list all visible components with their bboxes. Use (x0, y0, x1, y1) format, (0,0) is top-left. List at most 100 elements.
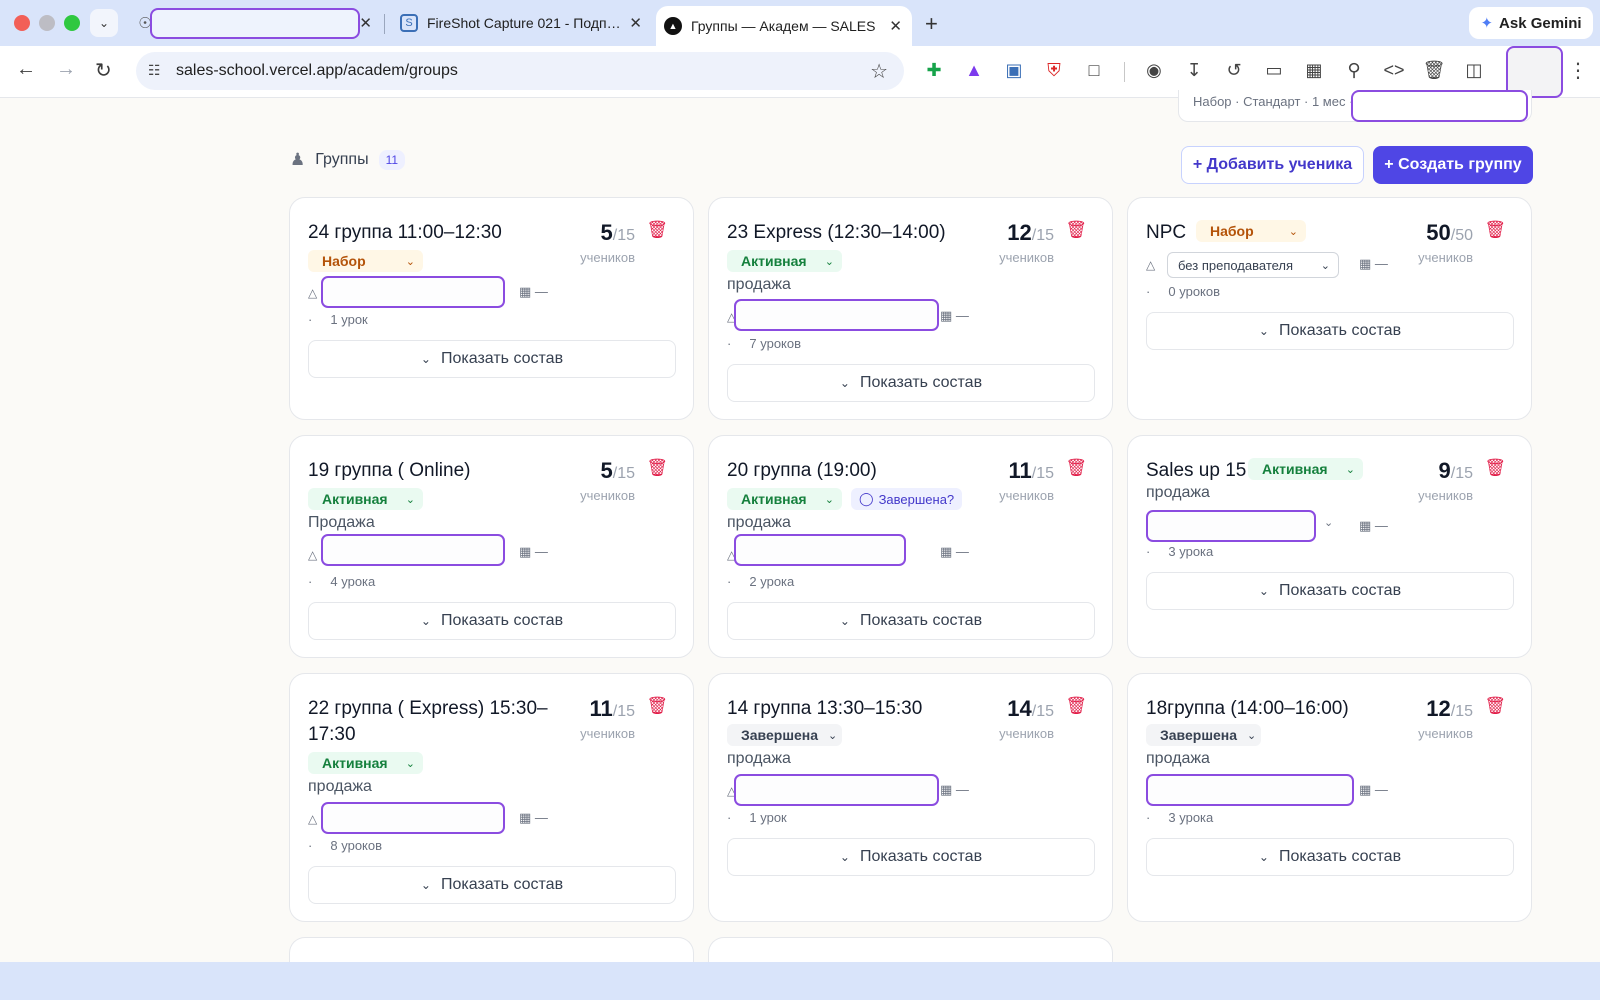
teacher-select-redacted[interactable] (321, 276, 505, 308)
devices-icon[interactable]: ▭ (1262, 60, 1286, 81)
location-pin-icon[interactable]: ⚲ (1342, 60, 1366, 81)
calendar-icon[interactable]: ▦ — (519, 284, 548, 300)
delete-group-trash-icon[interactable]: 🗑 (1484, 220, 1506, 240)
close-window-button[interactable] (14, 15, 30, 31)
reload-icon[interactable]: ↻ (95, 58, 112, 83)
calendar-icon[interactable]: ▦ — (519, 544, 548, 560)
teacher-select-redacted[interactable] (321, 534, 505, 566)
group-card: 19 группа ( Online) 5/15 учеников 🗑 Акти… (289, 435, 694, 658)
show-members-button[interactable]: ⌄ Показать состав (1146, 312, 1514, 350)
browser-menu-icon[interactable]: ⋮ (1568, 58, 1588, 83)
lessons-count: · 4 урока (308, 574, 376, 589)
teacher-select-redacted[interactable] (1146, 510, 1316, 542)
product-type: продажа (308, 778, 372, 795)
tab-search-chevron-down-icon[interactable]: ⌄ (90, 9, 118, 37)
student-count: 11/15 (589, 696, 635, 721)
chevron-down-icon: ⌄ (1288, 225, 1298, 238)
show-members-button[interactable]: ⌄ Показать состав (727, 838, 1095, 876)
delete-group-trash-icon[interactable]: 🗑 (646, 220, 668, 240)
new-tab-plus-icon[interactable]: + (925, 11, 938, 37)
users-icon: ♟ (290, 150, 306, 169)
status-select[interactable]: Набор ⌄ (1196, 220, 1306, 242)
group-card: 23 Express (12:30–14:00) 12/15 учеников … (708, 197, 1113, 420)
calendar-icon[interactable]: ▦ — (1359, 782, 1388, 798)
close-tab-icon[interactable]: ✕ (879, 17, 912, 35)
extension-plus-icon[interactable]: ✚ (922, 60, 946, 81)
teacher-select[interactable]: без преподавателя ⌄ (1167, 252, 1339, 278)
status-select[interactable]: Активная ⌄ (727, 250, 842, 272)
students-label: учеников (580, 726, 635, 741)
show-members-button[interactable]: ⌄ Показать состав (308, 866, 676, 904)
teacher-select-redacted[interactable] (734, 299, 939, 331)
status-select[interactable]: Активная ⌄ (308, 488, 423, 510)
calendar-icon[interactable]: ▦ — (940, 544, 969, 560)
add-student-button[interactable]: + Добавить ученика (1181, 146, 1364, 184)
show-members-button[interactable]: ⌄ Показать состав (1146, 838, 1514, 876)
show-members-button[interactable]: ⌄ Показать состав (308, 340, 676, 378)
product-type: продажа (1146, 484, 1210, 501)
delete-group-trash-icon[interactable]: 🗑 (646, 696, 668, 716)
show-members-button[interactable]: ⌄ Показать состав (308, 602, 676, 640)
delete-group-trash-icon[interactable]: 🗑 (1484, 458, 1506, 478)
chevron-down-icon: ⌄ (405, 493, 415, 506)
tab-fireshot[interactable]: S FireShot Capture 021 - Подп… ✕ (392, 6, 652, 40)
show-members-button[interactable]: ⌄ Показать состав (727, 602, 1095, 640)
screenshot-icon[interactable]: ◉ (1142, 60, 1166, 81)
teacher-select-redacted[interactable] (734, 534, 906, 566)
download-icon[interactable]: ↧ (1182, 60, 1206, 81)
extension-fireshot-icon[interactable]: ▣ (1002, 60, 1026, 81)
site-settings-icon[interactable]: ☷ (148, 62, 161, 79)
chevron-down-icon: ⌄ (1320, 259, 1330, 272)
extension-shield-icon[interactable]: ⛨ (1042, 60, 1066, 81)
forward-arrow-icon[interactable]: → (56, 58, 76, 81)
vercel-triangle-icon: ▲ (664, 17, 682, 35)
show-members-button[interactable]: ⌄ Показать состав (1146, 572, 1514, 610)
url-text: sales-school.vercel.app/academ/groups (176, 62, 458, 79)
status-select[interactable]: Активная ⌄ (1248, 458, 1363, 480)
translate-icon[interactable]: ▦ (1302, 60, 1326, 81)
side-panel-icon[interactable]: ◫ (1462, 60, 1486, 81)
history-icon[interactable]: ↺ (1222, 60, 1246, 81)
lessons-count: · 0 уроков (1146, 284, 1221, 299)
status-select[interactable]: Набор ⌄ (308, 250, 423, 272)
calendar-icon[interactable]: ▦ — (940, 782, 969, 798)
graduation-cap-icon: △ (308, 548, 318, 562)
trash-icon[interactable]: 🗑 (1422, 60, 1446, 81)
status-select[interactable]: Активная ⌄ (308, 752, 423, 774)
calendar-icon[interactable]: ▦ — (519, 810, 548, 826)
status-select[interactable]: Завершена ⌄ (727, 724, 842, 746)
teacher-select-redacted[interactable] (321, 802, 505, 834)
extension-flame-icon[interactable]: ▲ (962, 60, 986, 81)
bookmark-star-icon[interactable]: ☆ (870, 59, 888, 84)
complete-hint-badge[interactable]: ◯ Завершена? (851, 488, 963, 510)
delete-group-trash-icon[interactable]: 🗑 (1065, 220, 1087, 240)
show-members-button[interactable]: ⌄ Показать состав (727, 364, 1095, 402)
code-icon[interactable]: <> (1382, 60, 1406, 81)
maximize-window-button[interactable] (64, 15, 80, 31)
calendar-icon[interactable]: ▦ — (1359, 518, 1388, 534)
delete-group-trash-icon[interactable]: 🗑 (1065, 696, 1087, 716)
back-arrow-icon[interactable]: ← (16, 58, 36, 81)
teacher-select-redacted[interactable] (734, 774, 939, 806)
teacher-select-redacted[interactable] (1146, 774, 1354, 806)
group-title: 20 группа (19:00) (727, 460, 877, 481)
delete-group-trash-icon[interactable]: 🗑 (646, 458, 668, 478)
tab-groups-active[interactable]: ▲ Группы — Академ — SALES U ✕ (656, 6, 912, 46)
status-select[interactable]: Активная ⌄ (727, 488, 842, 510)
chevron-down-icon[interactable]: ⌄ (1324, 516, 1333, 529)
extensions-puzzle-icon[interactable]: □ (1082, 60, 1106, 81)
delete-group-trash-icon[interactable]: 🗑 (1484, 696, 1506, 716)
status-select[interactable]: Завершена ⌄ (1146, 724, 1261, 746)
delete-group-trash-icon[interactable]: 🗑 (1065, 458, 1087, 478)
student-count: 9/15 (1438, 458, 1474, 483)
group-title: 23 Express (12:30–14:00) (727, 222, 946, 243)
calendar-icon[interactable]: ▦ — (1359, 256, 1388, 272)
ask-gemini-button[interactable]: ✦ Ask Gemini (1469, 7, 1593, 39)
create-group-button[interactable]: + Создать группу (1373, 146, 1533, 184)
address-bar[interactable]: ☷ sales-school.vercel.app/academ/groups … (136, 52, 904, 90)
calendar-icon[interactable]: ▦ — (940, 308, 969, 324)
close-tab-icon[interactable]: ✕ (619, 14, 652, 32)
minimize-window-button[interactable] (39, 15, 55, 31)
gemini-sparkle-icon: ✦ (1480, 15, 1494, 32)
students-label: учеников (1418, 488, 1473, 503)
